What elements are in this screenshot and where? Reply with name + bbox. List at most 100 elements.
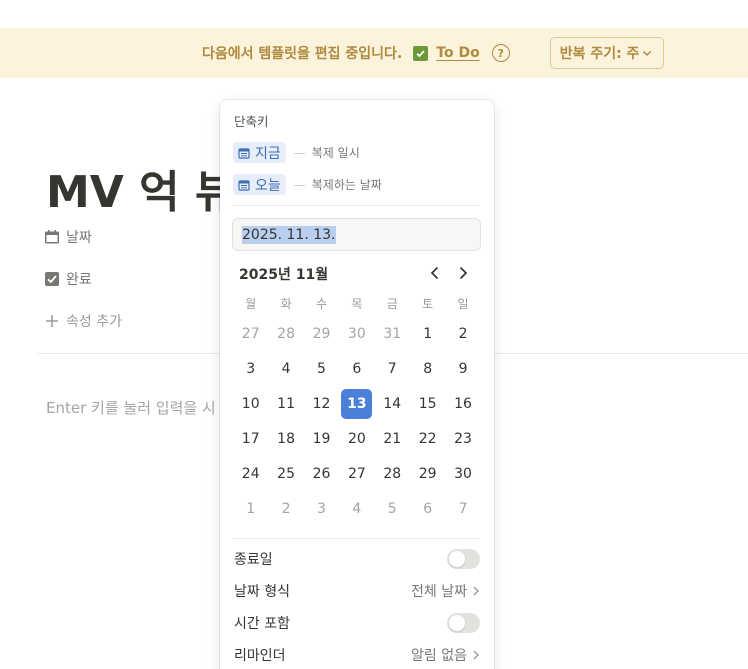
- calendar-day[interactable]: 31: [375, 316, 410, 351]
- calendar-day[interactable]: 30: [445, 456, 480, 491]
- prev-month-button[interactable]: [426, 264, 444, 282]
- calendar-day[interactable]: 7: [445, 491, 480, 526]
- reminder-label: 리마인더: [234, 648, 286, 664]
- calendar-day[interactable]: 11: [268, 386, 303, 421]
- calendar-day[interactable]: 30: [339, 316, 374, 351]
- calendar-day[interactable]: 9: [445, 351, 480, 386]
- calendar-day[interactable]: 1: [410, 316, 445, 351]
- date-format-value[interactable]: 전체 날짜: [411, 581, 480, 601]
- calendar-day[interactable]: 14: [375, 386, 410, 421]
- calendar-day-selected[interactable]: 13: [339, 386, 374, 421]
- weekday-header: 월: [245, 296, 257, 311]
- weekday-header: 일: [457, 296, 469, 311]
- next-month-button[interactable]: [454, 264, 472, 282]
- calendar-day[interactable]: 3: [304, 491, 339, 526]
- calendar-day[interactable]: 17: [233, 421, 268, 456]
- calendar-day[interactable]: 4: [339, 491, 374, 526]
- shortcut-chip-label: 오늘: [255, 177, 281, 194]
- calendar-day[interactable]: 29: [410, 456, 445, 491]
- popup-separator: [232, 205, 480, 206]
- end-date-label: 종료일: [234, 552, 273, 568]
- calendar-day[interactable]: 7: [375, 351, 410, 386]
- calendar-day[interactable]: 2: [268, 491, 303, 526]
- calendar-day[interactable]: 15: [410, 386, 445, 421]
- reminder-row[interactable]: 리마인더 알림 없음: [234, 645, 480, 665]
- calendar-day[interactable]: 20: [339, 421, 374, 456]
- weekday-header: 토: [422, 296, 434, 311]
- shortcut-description: 복제하는 날짜: [311, 178, 382, 192]
- template-banner: 다음에서 템플릿을 편집 중입니다. To Do ? 반복 주기: 주: [0, 28, 748, 78]
- body-placeholder[interactable]: Enter 키를 눌러 입력을 시: [46, 397, 216, 418]
- end-date-row: 종료일: [234, 549, 480, 569]
- reminder-value[interactable]: 알림 없음: [411, 645, 480, 665]
- shortcut-description: 복제 일시: [311, 146, 360, 160]
- date-format-row[interactable]: 날짜 형식 전체 날짜: [234, 581, 480, 601]
- template-link[interactable]: To Do: [436, 45, 479, 61]
- month-label: 2025년 11월: [239, 267, 329, 283]
- calendar-day[interactable]: 28: [268, 316, 303, 351]
- calendar-day[interactable]: 16: [445, 386, 480, 421]
- calendar-day[interactable]: 26: [304, 456, 339, 491]
- calendar-icon: [238, 147, 250, 159]
- weekday-header: 화: [280, 296, 292, 311]
- weekday-header: 목: [351, 296, 363, 311]
- page: 다음에서 템플릿을 편집 중입니다. To Do ? 반복 주기: 주 MV 억…: [0, 0, 748, 669]
- chevron-down-icon: [643, 50, 652, 57]
- shortcut-today[interactable]: 오늘 — 복제하는 날짜: [233, 174, 382, 195]
- calendar-day[interactable]: 6: [339, 351, 374, 386]
- calendar-icon: [238, 179, 250, 191]
- shortcut-chip: 지금: [233, 142, 286, 163]
- calendar-day[interactable]: 22: [410, 421, 445, 456]
- calendar-icon: [45, 230, 59, 244]
- shortcut-now[interactable]: 지금 — 복제 일시: [233, 142, 360, 163]
- calendar-day[interactable]: 4: [268, 351, 303, 386]
- dash: —: [293, 177, 306, 192]
- help-icon[interactable]: ?: [491, 44, 510, 62]
- calendar-day[interactable]: 29: [304, 316, 339, 351]
- calendar-day[interactable]: 1: [233, 491, 268, 526]
- property-label: 날짜: [66, 230, 92, 246]
- calendar-day[interactable]: 5: [304, 351, 339, 386]
- page-title[interactable]: MV 억 뷰: [46, 156, 235, 220]
- shortcuts-heading: 단축키: [234, 114, 269, 129]
- calendar-day[interactable]: 23: [445, 421, 480, 456]
- calendar-day[interactable]: 10: [233, 386, 268, 421]
- reminder-value-text: 알림 없음: [411, 648, 467, 664]
- chevron-right-icon: [473, 650, 479, 660]
- calendar-day[interactable]: 27: [233, 316, 268, 351]
- calendar-day[interactable]: 27: [339, 456, 374, 491]
- calendar-day[interactable]: 8: [410, 351, 445, 386]
- calendar-day[interactable]: 21: [375, 421, 410, 456]
- calendar-day[interactable]: 24: [233, 456, 268, 491]
- shortcut-chip: 오늘: [233, 174, 286, 195]
- calendar-day[interactable]: 25: [268, 456, 303, 491]
- include-time-toggle[interactable]: [447, 613, 480, 633]
- calendar-grid: 월 화 수 목 금 토 일 27 28 29 30 31 1 2 3 4 5 6 7 8 9 10 11 12 13 14 15 16…: [233, 290, 481, 526]
- add-property-button[interactable]: 속성 추가: [44, 311, 122, 331]
- calendar-day[interactable]: 6: [410, 491, 445, 526]
- banner-content: 다음에서 템플릿을 편집 중입니다. To Do ? 반복 주기: 주: [202, 28, 665, 78]
- calendar-day[interactable]: 2: [445, 316, 480, 351]
- repeat-label: 반복 주기: 주: [559, 46, 640, 62]
- include-time-row: 시간 포함: [234, 613, 480, 633]
- shortcut-chip-label: 지금: [255, 145, 281, 162]
- weekday-header: 수: [315, 296, 327, 311]
- calendar-day[interactable]: 3: [233, 351, 268, 386]
- property-done[interactable]: 완료: [44, 269, 92, 289]
- property-date[interactable]: 날짜: [44, 227, 92, 247]
- weekday-header: 금: [386, 296, 398, 311]
- date-format-label: 날짜 형식: [234, 584, 290, 600]
- chevron-right-icon: [473, 586, 479, 596]
- checkbox-icon: [413, 45, 429, 61]
- repeat-button[interactable]: 반복 주기: 주: [549, 37, 665, 69]
- calendar-day[interactable]: 12: [304, 386, 339, 421]
- calendar-day[interactable]: 19: [304, 421, 339, 456]
- calendar-day[interactable]: 18: [268, 421, 303, 456]
- date-input[interactable]: 2025. 11. 13.: [232, 218, 481, 251]
- date-format-value-text: 전체 날짜: [411, 584, 467, 600]
- calendar-day[interactable]: 28: [375, 456, 410, 491]
- add-property-label: 속성 추가: [66, 314, 122, 330]
- end-date-toggle[interactable]: [447, 549, 480, 569]
- calendar-day[interactable]: 5: [375, 491, 410, 526]
- banner-text: 다음에서 템플릿을 편집 중입니다.: [202, 46, 403, 62]
